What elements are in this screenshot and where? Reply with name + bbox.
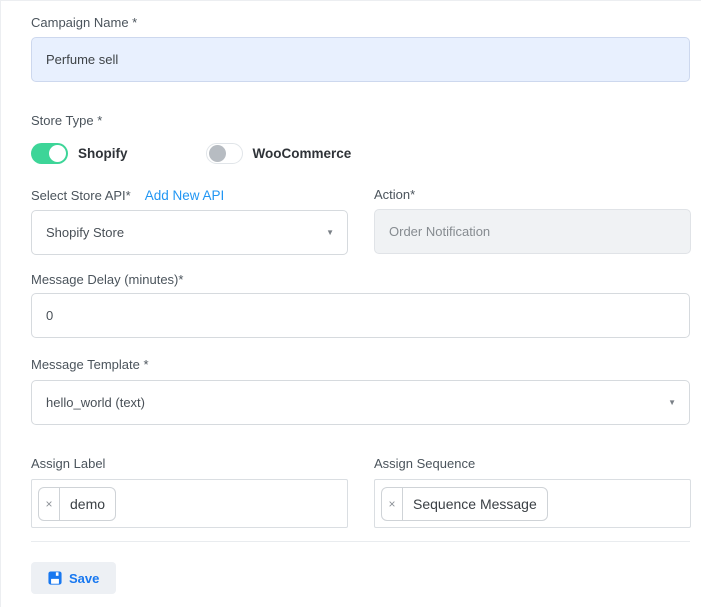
woocommerce-toggle-label: WooCommerce xyxy=(253,146,352,161)
assign-label-field: Assign Label × demo xyxy=(31,456,348,528)
assign-label-label: Assign Label xyxy=(31,456,348,472)
shopify-toggle[interactable] xyxy=(31,143,68,164)
label-tag-text: demo xyxy=(60,488,115,520)
store-type-label: Store Type * xyxy=(31,113,690,129)
action-label: Action* xyxy=(374,187,415,203)
save-button[interactable]: Save xyxy=(31,562,116,594)
message-delay-label: Message Delay (minutes)* xyxy=(31,272,690,288)
campaign-form-card: Campaign Name * Store Type * Shopify Woo… xyxy=(0,0,701,607)
store-api-field: Select Store API* Add New API Shopify St… xyxy=(31,187,348,255)
assign-label-tagbox[interactable]: × demo xyxy=(31,479,348,528)
woocommerce-toggle[interactable] xyxy=(206,143,243,164)
assign-sequence-field: Assign Sequence × Sequence Message xyxy=(374,456,691,528)
chevron-down-icon: ▼ xyxy=(668,399,676,407)
chevron-down-icon: ▼ xyxy=(326,229,334,237)
store-type-shopify[interactable]: Shopify xyxy=(31,143,128,164)
add-new-api-link[interactable]: Add New API xyxy=(145,187,225,204)
store-api-select[interactable]: Shopify Store ▼ xyxy=(31,210,348,255)
campaign-form: Campaign Name * Store Type * Shopify Woo… xyxy=(1,1,701,542)
store-api-selected-value: Shopify Store xyxy=(46,225,124,240)
store-type-options: Shopify WooCommerce xyxy=(31,143,690,164)
message-template-select[interactable]: hello_world (text) ▼ xyxy=(31,380,690,425)
action-field: Action* xyxy=(374,187,691,255)
form-footer: Save xyxy=(1,542,701,594)
message-delay-input[interactable] xyxy=(31,293,690,338)
message-template-label: Message Template * xyxy=(31,357,690,373)
save-icon xyxy=(48,571,62,585)
assign-sequence-label: Assign Sequence xyxy=(374,456,691,472)
message-template-selected-value: hello_world (text) xyxy=(46,395,145,410)
remove-tag-icon[interactable]: × xyxy=(382,488,403,520)
label-tag-chip: × demo xyxy=(38,487,116,521)
assign-sequence-tagbox[interactable]: × Sequence Message xyxy=(374,479,691,528)
toggle-knob xyxy=(49,145,66,162)
toggle-knob xyxy=(209,145,226,162)
shopify-toggle-label: Shopify xyxy=(78,146,128,161)
campaign-name-input[interactable] xyxy=(31,37,690,82)
sequence-tag-text: Sequence Message xyxy=(403,488,547,520)
save-button-label: Save xyxy=(69,571,99,586)
campaign-name-label: Campaign Name * xyxy=(31,15,690,31)
store-api-label: Select Store API* xyxy=(31,188,131,204)
action-input xyxy=(374,209,691,254)
remove-tag-icon[interactable]: × xyxy=(39,488,60,520)
store-type-woocommerce[interactable]: WooCommerce xyxy=(206,143,352,164)
sequence-tag-chip: × Sequence Message xyxy=(381,487,548,521)
